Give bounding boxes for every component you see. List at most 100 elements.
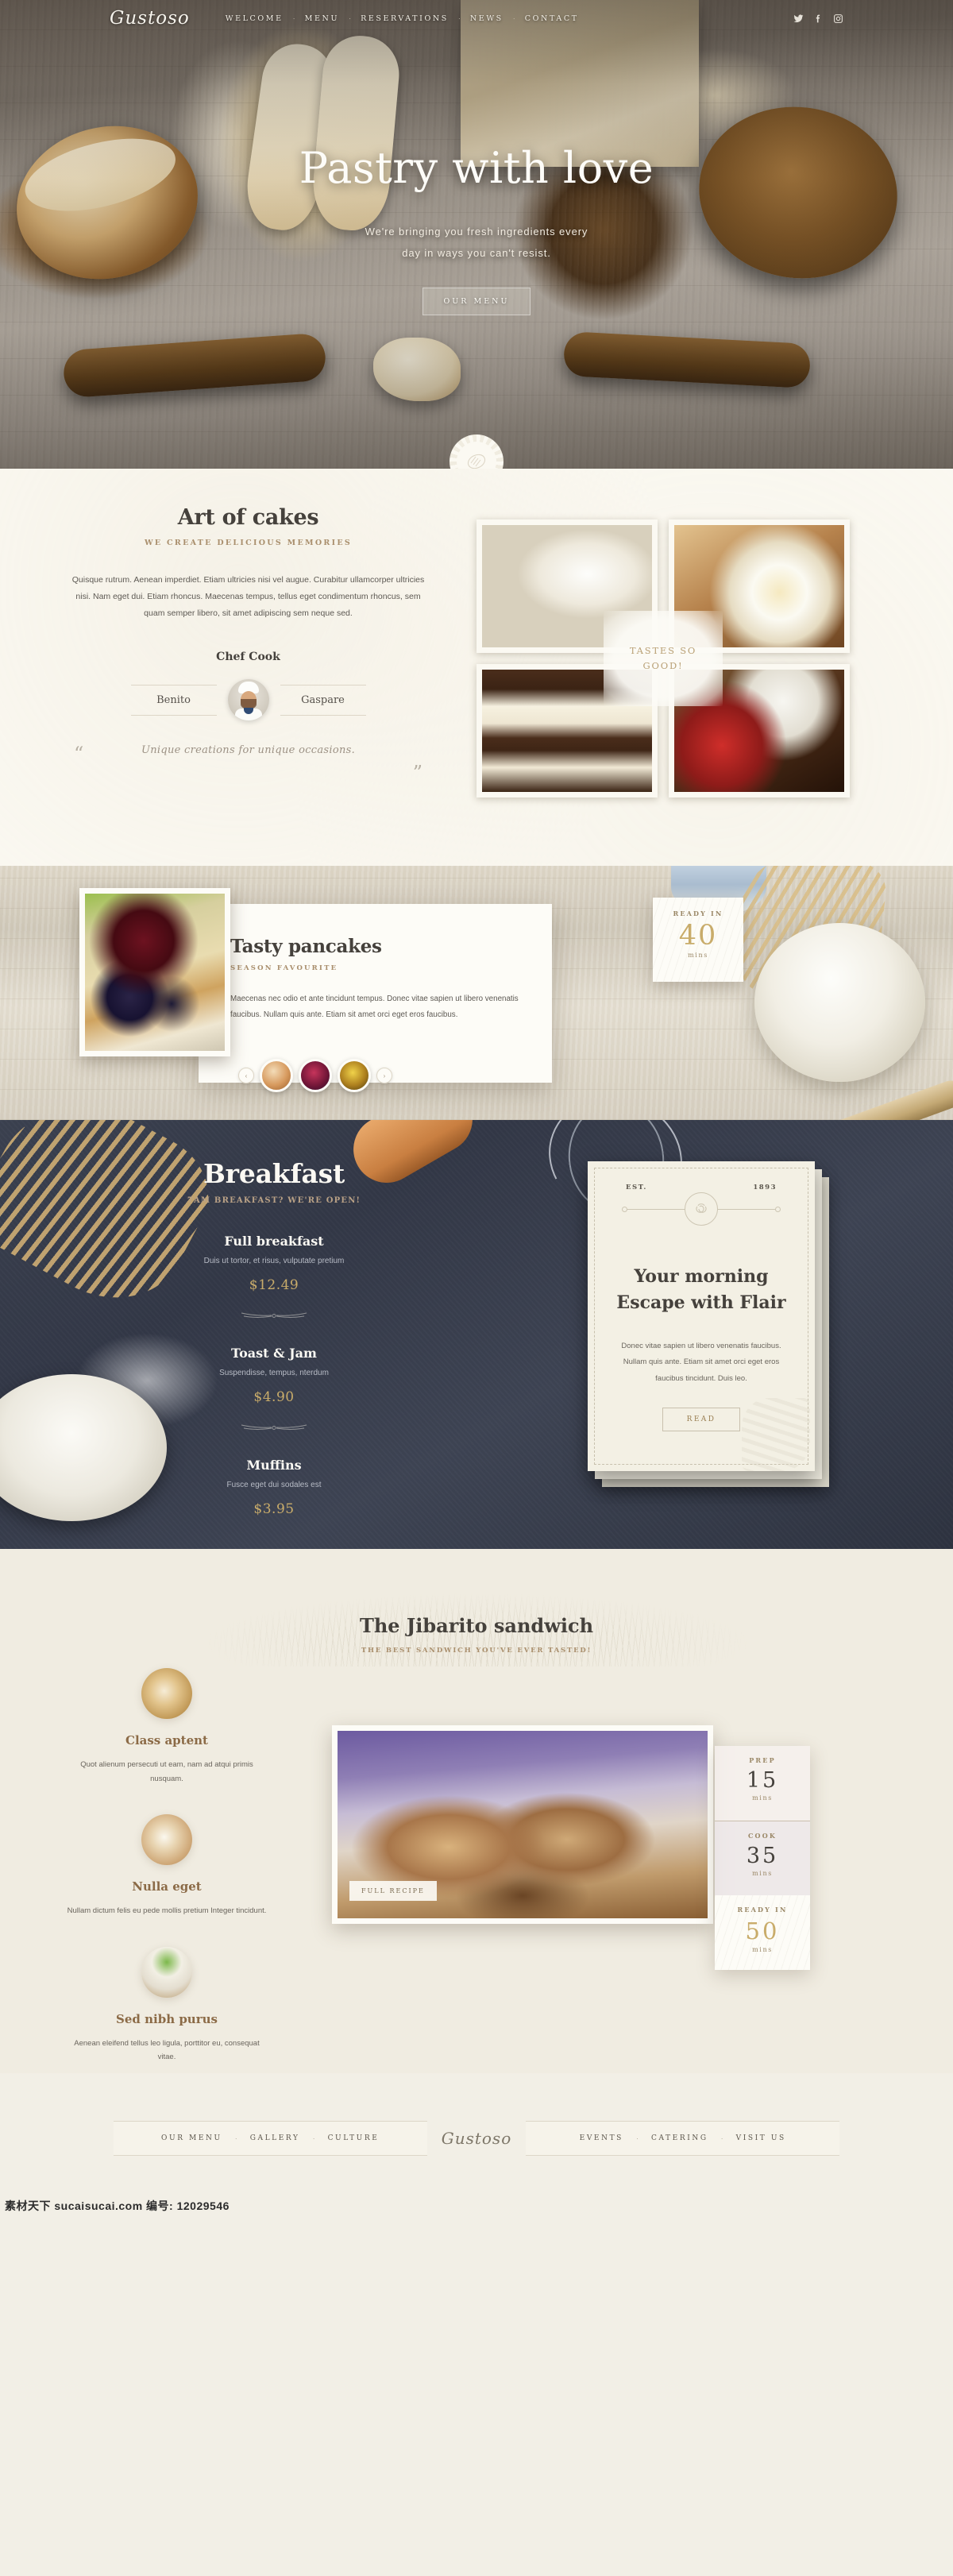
main-navigation: Gustoso WELCOME · MENU · RESERVATIONS · … bbox=[0, 0, 953, 37]
wheat-grain-icon bbox=[141, 1668, 192, 1719]
footer-link-visit-us[interactable]: VISIT US bbox=[735, 2134, 788, 2142]
pancakes-title: Tasty pancakes bbox=[230, 936, 382, 957]
cakes-text-column: Art of cakes WE CREATE DELICIOUS MEMORIE… bbox=[44, 505, 453, 792]
bread-icon bbox=[467, 454, 486, 469]
established-row: EST. 1893 bbox=[612, 1184, 791, 1191]
art-of-cakes-section: Art of cakes WE CREATE DELICIOUS MEMORIE… bbox=[0, 469, 953, 866]
time-label: COOK bbox=[747, 1832, 777, 1840]
chef-selector: Benito Gaspare bbox=[44, 679, 453, 720]
nav-item-menu[interactable]: MENU bbox=[303, 14, 341, 23]
nav-separator: · bbox=[292, 14, 295, 22]
jibarito-heading: The Jibarito sandwich THE BEST SANDWICH … bbox=[0, 1614, 953, 1655]
quote-open-mark: “ bbox=[74, 743, 84, 765]
breakfast-menu: Breakfast 7AM BREAKFAST? WE'RE OPEN! Ful… bbox=[107, 1158, 441, 1517]
menu-item: Muffins Fusce eget dui sodales est $3.95 bbox=[107, 1458, 441, 1517]
est-label: EST. bbox=[626, 1184, 647, 1191]
carousel-thumb-3[interactable] bbox=[338, 1059, 371, 1092]
time-unit: mins bbox=[752, 1946, 773, 1953]
chef-quote: “ Unique creations for unique occasions.… bbox=[44, 743, 453, 792]
breakfast-title: Breakfast bbox=[203, 1158, 345, 1189]
nav-item-welcome[interactable]: WELCOME bbox=[223, 14, 286, 23]
morning-escape-body: Donec vitae sapien ut libero venenatis f… bbox=[621, 1342, 781, 1383]
recipe-times-panel: PREP 15 mins COOK 35 mins READY IN 50 mi… bbox=[715, 1746, 810, 1970]
nav-item-reservations[interactable]: RESERVATIONS bbox=[358, 14, 451, 23]
hero-title: Pastry with love bbox=[299, 143, 654, 193]
divider-dot-left bbox=[622, 1207, 627, 1212]
menu-item-price: $12.49 bbox=[249, 1277, 299, 1293]
cakes-title: Art of cakes bbox=[177, 505, 319, 530]
brand-logo[interactable]: Gustoso bbox=[110, 8, 190, 29]
footer-links-right: EVENTS · CATERING · VISIT US bbox=[526, 2121, 840, 2156]
menu-item-name: Toast & Jam bbox=[231, 1346, 317, 1361]
footer-separator: · bbox=[635, 2134, 639, 2142]
menu-item: Full breakfast Duis ut tortor, et risus,… bbox=[107, 1234, 441, 1293]
nav-item-contact[interactable]: CONTACT bbox=[523, 14, 581, 23]
hero-subtitle-line-2: day in ways you can't resist. bbox=[402, 246, 551, 259]
card-wheat-decor bbox=[742, 1398, 810, 1471]
tastes-so-good-badge: TASTES SO GOOD! bbox=[604, 611, 723, 706]
chef-cook-heading: Chef Cook bbox=[216, 651, 280, 663]
morning-escape-card: EST. 1893 Your morning Escape with Flair… bbox=[588, 1161, 815, 1471]
menu-item-desc: Suspendisse, tempus, nterdum bbox=[219, 1369, 329, 1377]
social-links bbox=[793, 14, 843, 24]
nav-links: WELCOME · MENU · RESERVATIONS · NEWS · C… bbox=[223, 14, 581, 23]
chef-name-gaspare[interactable]: Gaspare bbox=[280, 684, 366, 716]
ready-in-value: 40 bbox=[678, 920, 718, 952]
menu-item-desc: Fusce eget dui sodales est bbox=[226, 1481, 322, 1489]
breakfast-kicker: 7AM BREAKFAST? WE'RE OPEN! bbox=[187, 1196, 361, 1205]
cakes-kicker: WE CREATE DELICIOUS MEMORIES bbox=[144, 539, 353, 547]
pancakes-kicker: SEASON FAVOURITE bbox=[230, 964, 338, 972]
carousel-next-button[interactable]: › bbox=[376, 1068, 392, 1083]
nav-item-news[interactable]: NEWS bbox=[468, 14, 506, 23]
our-menu-button[interactable]: OUR MENU bbox=[422, 288, 531, 316]
tastes-badge-line-2: GOOD! bbox=[642, 660, 684, 671]
bread-seal-badge bbox=[449, 434, 504, 469]
instagram-icon[interactable] bbox=[833, 14, 843, 24]
nav-separator: · bbox=[457, 14, 461, 22]
facebook-icon[interactable] bbox=[813, 14, 824, 24]
escape-title-line-1: Your morning bbox=[634, 1266, 769, 1287]
eggs-icon bbox=[141, 1814, 192, 1866]
feature-text: Nullam dictum felis eu pede mollis preti… bbox=[67, 1906, 267, 1916]
read-button[interactable]: READ bbox=[662, 1408, 741, 1432]
chef-name-benito[interactable]: Benito bbox=[130, 684, 217, 716]
menu-item-desc: Duis ut tortor, et risus, vulputate pret… bbox=[203, 1257, 345, 1265]
menu-item-price: $4.90 bbox=[253, 1389, 295, 1405]
time-unit: mins bbox=[752, 1794, 773, 1802]
footer-link-gallery[interactable]: GALLERY bbox=[249, 2134, 302, 2142]
carousel-thumb-2[interactable] bbox=[299, 1059, 332, 1092]
ornament-divider bbox=[240, 1421, 308, 1430]
page-root: Gustoso WELCOME · MENU · RESERVATIONS · … bbox=[0, 0, 953, 2576]
twitter-icon[interactable] bbox=[793, 14, 804, 24]
escape-title-line-2: Escape with Flair bbox=[616, 1292, 786, 1313]
footer-logo[interactable]: Gustoso bbox=[442, 2129, 512, 2148]
divider-dot-right bbox=[775, 1207, 781, 1212]
footer-link-events[interactable]: EVENTS bbox=[578, 2134, 625, 2142]
time-cell-prep: PREP 15 mins bbox=[715, 1746, 810, 1821]
feature-item: Sed nibh purus Aenean eleifend tellus le… bbox=[16, 1946, 318, 2064]
watermark: 素材天下 sucaisucai.com 编号: 12029546 bbox=[5, 2199, 230, 2212]
est-year: 1893 bbox=[753, 1184, 777, 1191]
footer-separator: · bbox=[234, 2134, 237, 2142]
footer-separator: · bbox=[720, 2134, 723, 2142]
footer-link-our-menu[interactable]: OUR MENU bbox=[160, 2134, 224, 2142]
hero-section: Gustoso WELCOME · MENU · RESERVATIONS · … bbox=[0, 0, 953, 469]
cakes-body: Quisque rutrum. Aenean imperdiet. Etiam … bbox=[71, 575, 425, 618]
footer-link-culture[interactable]: CULTURE bbox=[326, 2134, 381, 2142]
time-unit: mins bbox=[752, 1870, 773, 1877]
feature-item: Nulla eget Nullam dictum felis eu pede m… bbox=[16, 1814, 318, 1918]
card-divider bbox=[612, 1192, 791, 1226]
carousel-thumb-1[interactable] bbox=[260, 1059, 293, 1092]
menu-item-name: Muffins bbox=[246, 1458, 302, 1473]
nav-separator: · bbox=[349, 14, 352, 22]
carousel-prev-button[interactable]: ‹ bbox=[238, 1068, 254, 1083]
full-recipe-button[interactable]: FULL RECIPE bbox=[349, 1881, 437, 1901]
menu-item: Toast & Jam Suspendisse, tempus, nterdum… bbox=[107, 1346, 441, 1405]
pancakes-card: Tasty pancakes SEASON FAVOURITE Maecenas… bbox=[199, 904, 552, 1083]
morning-escape-title: Your morning Escape with Flair bbox=[612, 1264, 791, 1316]
pancakes-thumbnail-carousel: ‹ › bbox=[238, 1059, 392, 1092]
jibarito-title: The Jibarito sandwich bbox=[359, 1614, 594, 1637]
quote-text: Unique creations for unique occasions. bbox=[141, 744, 356, 756]
footer-link-catering[interactable]: CATERING bbox=[650, 2134, 710, 2142]
ready-in-unit: mins bbox=[688, 951, 708, 959]
